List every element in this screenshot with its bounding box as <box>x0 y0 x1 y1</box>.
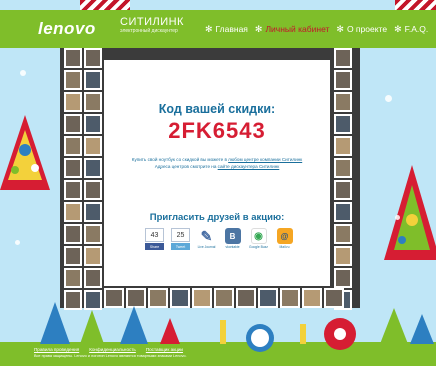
avatar <box>84 224 102 244</box>
avatar <box>84 70 102 90</box>
info-line-2: Адреса центров смотрите на сайте дискаун… <box>104 163 330 170</box>
share-count: 43 <box>145 228 164 242</box>
snowflake-icon: ✻ <box>205 23 213 34</box>
nav-item-faq[interactable]: ✻ F.A.Q. <box>394 24 428 35</box>
snowflake-decoration <box>15 240 20 245</box>
citilink-centers-link[interactable]: любом центре компании Ситилинк <box>228 157 302 162</box>
header-bar: lenovo СИТИЛИНК электронный дискаунтер ✻… <box>0 10 436 48</box>
avatar <box>334 136 352 156</box>
nav-label: Главная <box>215 24 248 34</box>
discount-title: Код вашей скидки: <box>158 102 276 116</box>
nav-label: Личный кабинет <box>265 24 330 34</box>
christmas-tree-right-illustration <box>384 165 436 260</box>
lenovo-logo[interactable]: lenovo <box>38 19 96 39</box>
avatar <box>64 180 82 200</box>
copyright-text: Все права защищены. Lenovo и логотип Len… <box>34 354 187 358</box>
footer-links: Правила проведения Конфиденциальность По… <box>34 347 183 352</box>
nav-item-home[interactable]: ✻ Главная <box>205 24 248 35</box>
avatar <box>84 246 102 266</box>
avatar <box>64 246 82 266</box>
share-buttons: 43 Share 25 Tweet ✎ Live Journal В vkont… <box>145 228 294 250</box>
avatar <box>334 202 352 222</box>
nav-label: F.A.Q. <box>404 24 429 34</box>
avatar <box>64 158 82 178</box>
avatar <box>334 268 352 288</box>
google-buzz-label: Google Buzz <box>249 245 268 249</box>
nav-item-about[interactable]: ✻ О проекте <box>336 24 387 35</box>
citilink-tagline: электронный дискаунтер <box>120 28 178 34</box>
snowflake-icon: ✻ <box>394 23 402 34</box>
avatar <box>64 92 82 112</box>
mailru-share-button[interactable]: @ Mail.ru <box>275 228 294 249</box>
christmas-tree-left-illustration <box>0 115 50 190</box>
avatar <box>334 246 352 266</box>
mailru-icon: @ <box>276 228 293 244</box>
vkontakte-share-button[interactable]: В vkontakte <box>223 228 242 249</box>
avatar <box>334 224 352 244</box>
footer-link-privacy[interactable]: Конфиденциальность <box>89 347 136 352</box>
livejournal-label: Live Journal <box>197 245 216 249</box>
avatar <box>84 114 102 134</box>
candy-stripes-top <box>80 0 130 10</box>
avatar <box>64 114 82 134</box>
facebook-share-label: Share <box>145 243 164 250</box>
photo-column-left <box>64 48 102 310</box>
purchase-info: Купить свой ноутбук со скидкой вы можете… <box>104 156 330 170</box>
google-buzz-share-button[interactable]: ◉ Google Buzz <box>249 228 268 249</box>
mailru-label: Mail.ru <box>279 245 290 249</box>
avatar <box>334 70 352 90</box>
citilink-name: СИТИЛИНК <box>120 16 184 28</box>
info-line-1: Купить свой ноутбук со скидкой вы можете… <box>104 156 330 163</box>
info-text: Адреса центров смотрите на <box>154 164 218 169</box>
avatar <box>334 180 352 200</box>
livejournal-share-button[interactable]: ✎ Live Journal <box>197 228 216 250</box>
avatar <box>64 268 82 288</box>
avatar <box>84 158 102 178</box>
avatar <box>84 180 102 200</box>
vkontakte-label: vkontakte <box>225 245 240 249</box>
snowflake-icon: ✻ <box>254 23 263 34</box>
invite-heading: Пригласить друзей в акцию: <box>149 212 285 223</box>
avatar <box>64 224 82 244</box>
avatar <box>64 70 82 90</box>
avatar <box>84 92 102 112</box>
pencil-icon: ✎ <box>198 228 215 244</box>
nav-item-account[interactable]: ✻ Личный кабинет <box>255 24 330 35</box>
photo-column-right <box>334 48 352 310</box>
vk-icon: В <box>224 228 241 244</box>
avatar <box>84 48 102 68</box>
twitter-tweet-button[interactable]: 25 Tweet <box>171 228 190 250</box>
avatar <box>84 202 102 222</box>
discount-code[interactable]: 2FK6543 <box>104 118 330 144</box>
avatar <box>334 92 352 112</box>
footer-link-provider[interactable]: Поставщик акции <box>146 347 183 352</box>
citilink-logo[interactable]: СИТИЛИНК электронный дискаунтер <box>120 16 184 34</box>
tweet-label: Tweet <box>171 243 190 250</box>
avatar <box>64 48 82 68</box>
facebook-share-button[interactable]: 43 Share <box>145 228 164 250</box>
nav-label: О проекте <box>346 24 388 34</box>
info-text: Купить свой ноутбук со скидкой вы можете… <box>131 157 229 162</box>
avatar <box>334 114 352 134</box>
candy-stripes-top-right <box>395 0 436 10</box>
snowflake-decoration <box>395 215 400 220</box>
avatar <box>64 202 82 222</box>
avatar <box>334 158 352 178</box>
snowflake-decoration <box>20 70 26 76</box>
discount-card: Код вашей скидки: 2FK6543 Купить свой но… <box>104 60 330 286</box>
footer-link-rules[interactable]: Правила проведения <box>34 347 79 352</box>
snowflake-decoration <box>385 95 392 102</box>
citilink-site-link[interactable]: сайте дискаунтера Ситилинк <box>218 164 280 169</box>
avatar <box>84 268 102 288</box>
main-nav: ✻ Главная ✻ Личный кабинет ✻ О проекте ✻… <box>205 10 428 48</box>
avatar <box>64 136 82 156</box>
tweet-count: 25 <box>171 228 190 242</box>
snowflake-icon: ✻ <box>336 23 344 34</box>
avatar <box>334 48 352 68</box>
google-buzz-icon: ◉ <box>250 228 267 244</box>
avatar <box>84 136 102 156</box>
